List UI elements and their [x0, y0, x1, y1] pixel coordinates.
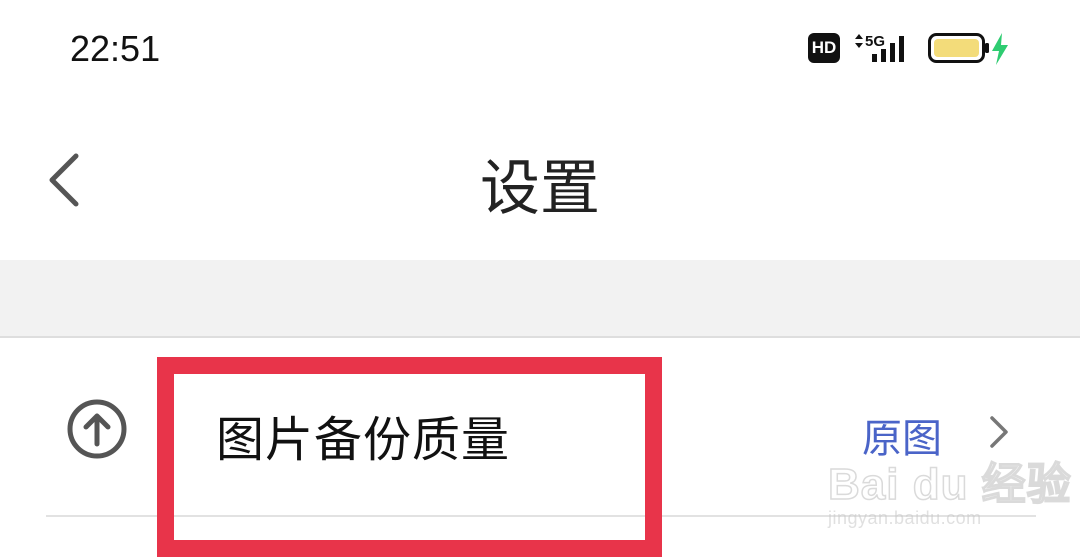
watermark-logo: Bai du 经验 [827, 459, 1072, 510]
battery-charging-icon [928, 33, 1008, 65]
section-spacer [0, 260, 1080, 338]
status-time: 22:51 [70, 28, 161, 69]
upload-circle-icon [67, 399, 127, 459]
page-title: 设置 [480, 154, 600, 224]
chevron-right-icon [990, 416, 1008, 448]
network-type-label: 5G [865, 33, 885, 50]
status-bar: 22:51 HD 5G [0, 0, 1080, 95]
baidu-jingyan-watermark: Bai du 经验 jingyan.baidu.com [827, 448, 1072, 529]
highlight-annotation-box [157, 357, 662, 557]
nav-bar: 设置 [0, 95, 1080, 260]
hd-badge: HD [808, 33, 840, 63]
cellular-signal-icon: 5G [855, 33, 904, 62]
